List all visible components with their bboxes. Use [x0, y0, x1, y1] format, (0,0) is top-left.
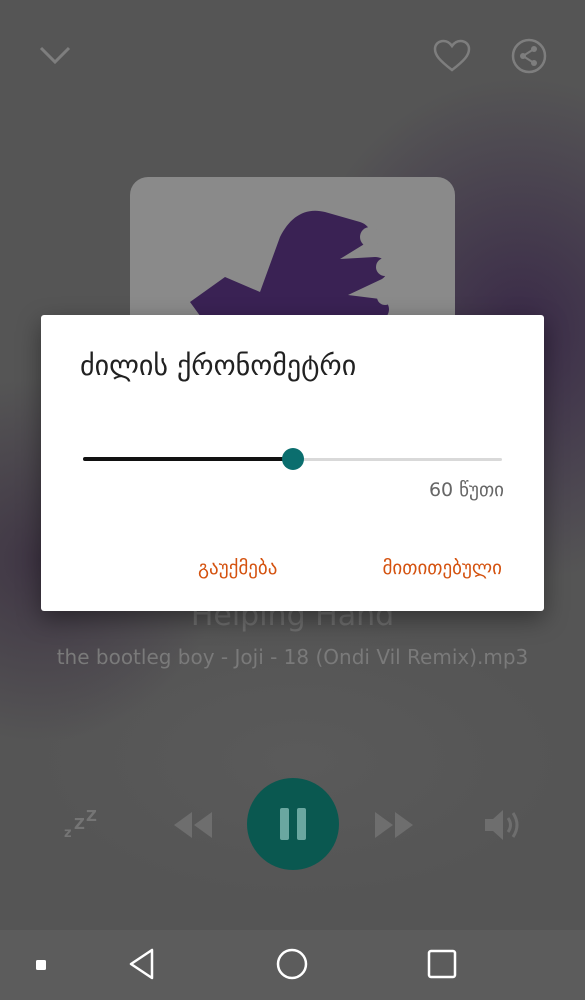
dialog-title: ძილის ქრონომეტრი — [80, 349, 357, 382]
slider-value-label: 60 წუთი — [428, 479, 504, 501]
recent-apps-icon[interactable] — [422, 944, 462, 984]
square-dot-icon[interactable] — [32, 956, 50, 974]
volume-icon[interactable] — [478, 802, 530, 848]
system-navigation-bar — [0, 930, 585, 1000]
slider-fill — [83, 457, 293, 461]
pause-button[interactable] — [247, 778, 339, 870]
sleep-icon[interactable]: z Z Z — [58, 804, 106, 846]
sleep-timer-slider[interactable] — [83, 445, 502, 475]
set-button[interactable]: მითითებული — [381, 553, 505, 583]
chevron-down-icon[interactable] — [35, 38, 75, 74]
share-icon[interactable] — [508, 36, 550, 76]
svg-text:Z: Z — [74, 815, 85, 833]
song-artist: the bootleg boy - Joji - 18 (Ondi Vil Re… — [56, 645, 529, 669]
back-icon[interactable] — [122, 944, 162, 984]
fast-forward-icon[interactable] — [368, 804, 422, 846]
slider-thumb[interactable] — [281, 448, 304, 470]
svg-text:z: z — [64, 826, 72, 841]
rewind-icon[interactable] — [165, 804, 219, 846]
cancel-button[interactable]: გაუქმება — [196, 553, 279, 583]
pause-icon — [280, 808, 306, 840]
playback-controls: z Z Z — [0, 778, 585, 870]
heart-icon[interactable] — [430, 36, 474, 76]
sleep-timer-dialog: ძილის ქრონომეტრი 60 წუთი გაუქმება მითითე… — [41, 315, 544, 611]
svg-text:Z: Z — [86, 807, 97, 825]
home-icon[interactable] — [272, 944, 312, 984]
